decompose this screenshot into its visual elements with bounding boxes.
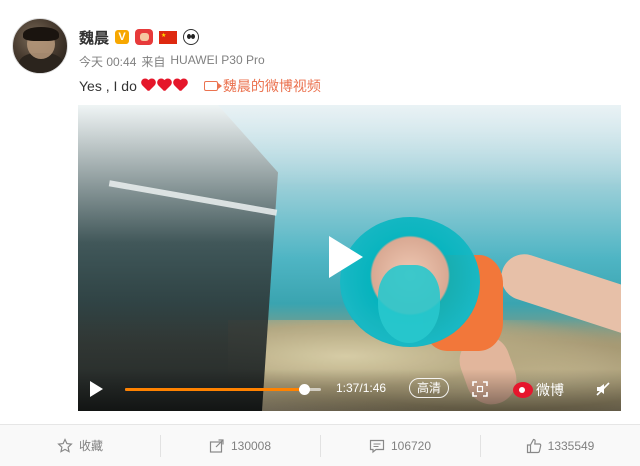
china-flag-badge-icon[interactable]: ★ — [159, 30, 178, 44]
quality-button[interactable]: 高清 — [409, 378, 450, 398]
action-bar: 收藏 130008 106720 1335549 — [0, 424, 640, 466]
heart-icon — [141, 79, 156, 93]
favorite-button[interactable]: 收藏 — [0, 425, 160, 466]
post-text: Yes , I do — [79, 78, 137, 94]
avatar[interactable] — [12, 18, 68, 74]
like-count: 1335549 — [547, 438, 595, 453]
video-link-label: 魏晨的微博视频 — [222, 78, 321, 94]
verified-badge-icon[interactable]: V — [115, 30, 130, 44]
post-time[interactable]: 今天 00:44 — [79, 53, 136, 70]
thumbs-up-icon — [526, 438, 541, 453]
source-prefix: 来自 — [141, 55, 166, 69]
comment-button[interactable]: 106720 — [320, 425, 480, 466]
play-button-icon[interactable] — [329, 236, 363, 278]
post-content: Yes , I do 魏晨的微博视频 — [79, 75, 321, 97]
video-scene-snorkel — [378, 265, 440, 343]
fullscreen-icon[interactable] — [472, 381, 488, 397]
weibo-logo-icon — [513, 382, 533, 398]
fist-badge-icon[interactable] — [135, 29, 154, 45]
post-meta: 今天 00:44 来自 HUAWEI P30 Pro — [79, 53, 265, 70]
play-pause-icon[interactable] — [90, 381, 103, 397]
progress-fill — [125, 388, 305, 391]
avatar-figure-hair — [23, 27, 59, 41]
video-camera-icon — [203, 81, 222, 91]
heart-icon — [157, 79, 172, 93]
repost-button[interactable]: 130008 — [160, 425, 320, 466]
hearts-emoji — [141, 79, 188, 93]
post-source[interactable]: HUAWEI P30 Pro — [170, 53, 264, 70]
username[interactable]: 魏晨 — [79, 27, 109, 48]
repost-count: 130008 — [230, 438, 272, 453]
heart-icon — [173, 79, 188, 93]
star-icon — [57, 437, 73, 453]
time-display: 1:37 / 1:46 — [336, 381, 386, 395]
comment-icon — [369, 439, 385, 453]
video-link[interactable]: 魏晨的微博视频 — [203, 76, 321, 96]
weibo-logo[interactable]: 微博 — [513, 380, 564, 400]
weibo-post-card: 魏晨 V ★ 今天 00:44 来自 HUAWEI P30 Pro Yes , … — [0, 0, 640, 466]
like-button[interactable]: 1335549 — [480, 425, 640, 466]
video-scene-camera-case — [78, 105, 278, 411]
comment-count: 106720 — [390, 438, 432, 453]
weibo-watermark: 微博 — [536, 382, 564, 398]
progress-bar[interactable] — [125, 384, 321, 395]
favorite-label: 收藏 — [78, 439, 103, 453]
user-name-row: 魏晨 V ★ — [79, 27, 200, 48]
repost-icon — [209, 438, 224, 453]
current-time: 1:37 — [336, 381, 360, 395]
duration: 1:46 — [362, 381, 387, 395]
panda-badge-icon[interactable] — [183, 29, 200, 45]
mute-icon[interactable] — [595, 381, 611, 397]
